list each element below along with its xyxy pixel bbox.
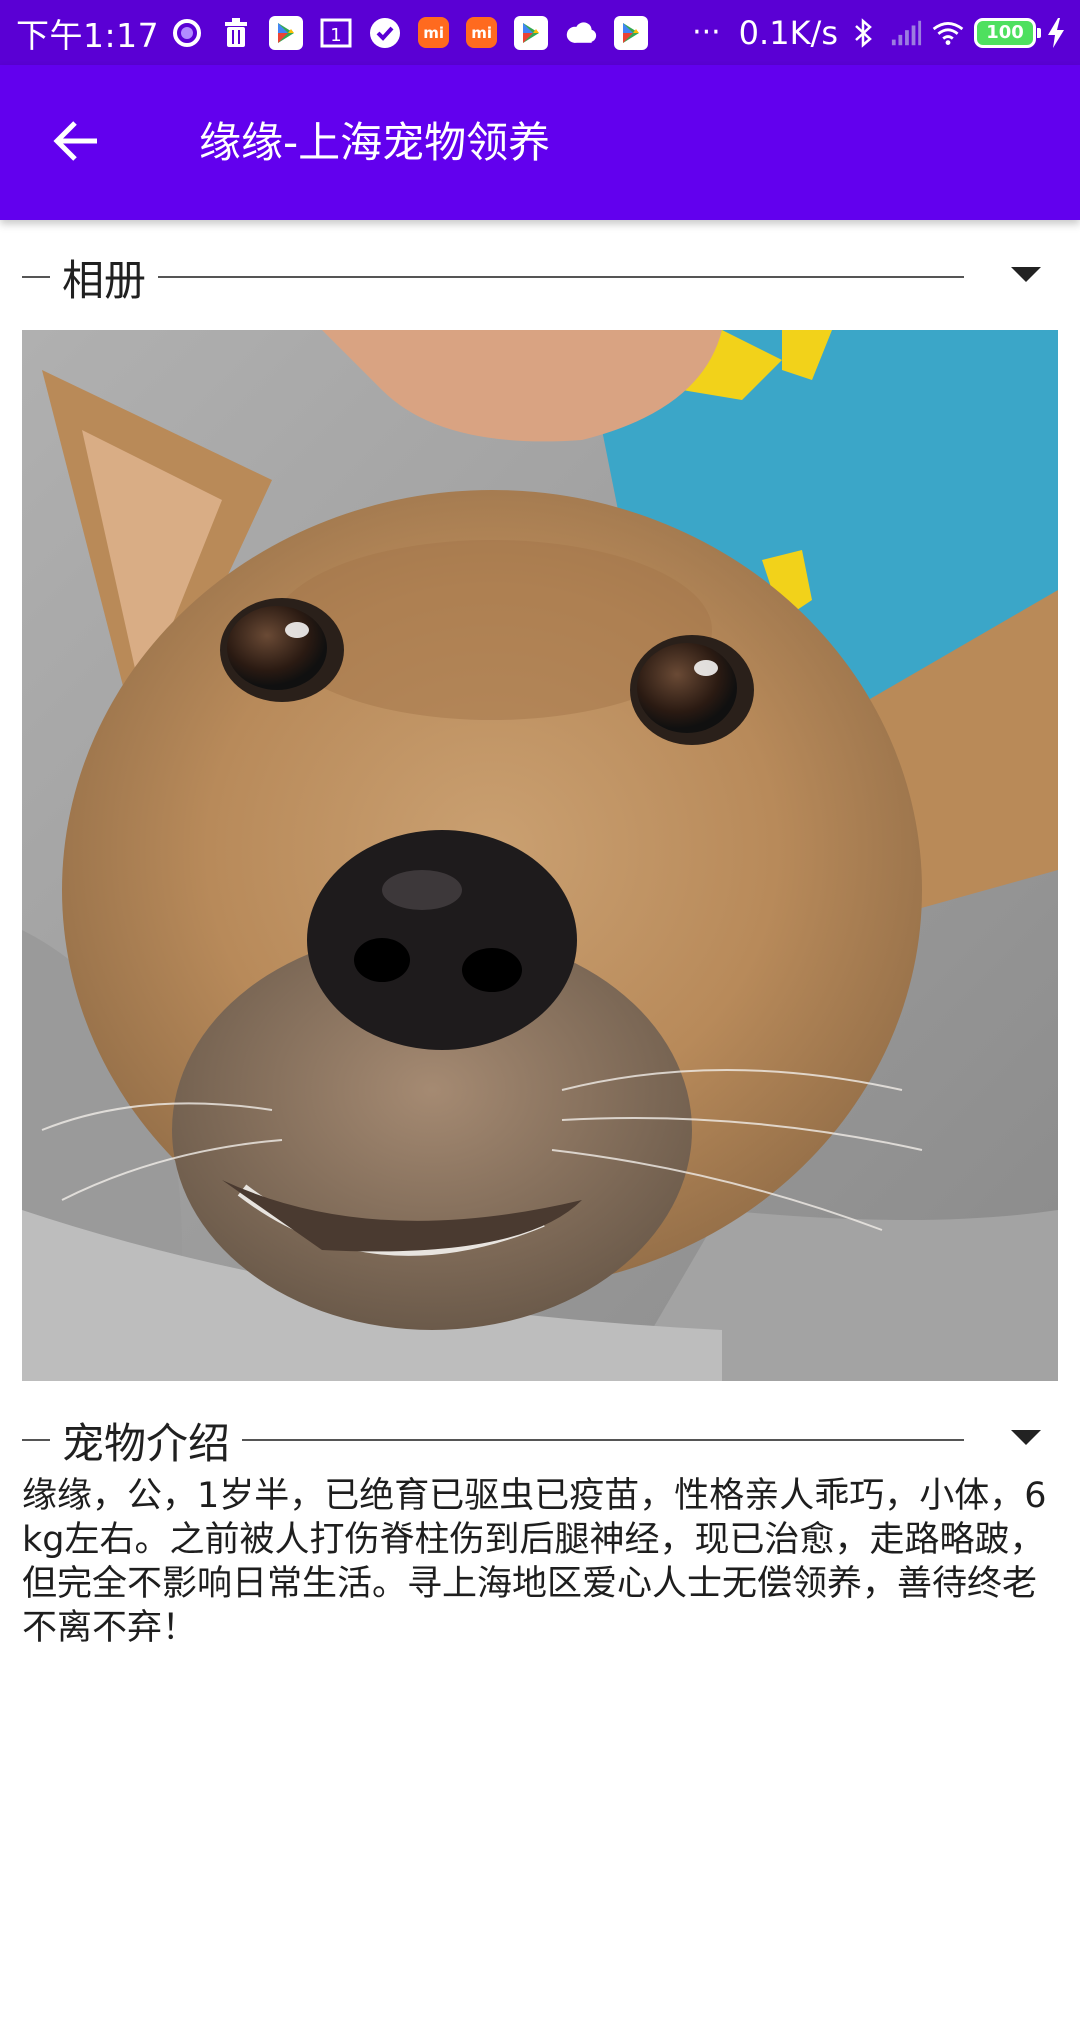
circle-icon xyxy=(171,17,203,49)
pet-intro-section-header: 宠物介绍 xyxy=(22,1410,1058,1470)
mi-icon: mi xyxy=(466,17,498,48)
triangle-down-icon xyxy=(1011,1430,1041,1450)
wifi-icon xyxy=(932,17,964,49)
divider xyxy=(22,276,50,278)
album-expand-button[interactable] xyxy=(1004,255,1048,299)
battery-level: 100 xyxy=(986,22,1024,43)
notification-icons: 1 mi mi xyxy=(171,15,649,50)
play-store-icon xyxy=(269,15,304,50)
one-icon: 1 xyxy=(320,17,352,49)
play-store-icon xyxy=(514,15,549,50)
play-store-icon xyxy=(614,15,649,50)
status-time: 下午1:17 xyxy=(16,15,160,55)
check-icon xyxy=(369,17,401,49)
mi-icon: mi xyxy=(418,17,450,48)
system-icons: ··· 0.1K/s 100 xyxy=(692,14,1066,52)
battery-icon: 100 xyxy=(974,17,1041,48)
pet-description: 缘缘，公，1岁半，已绝育已驱虫已疫苗，性格亲人乖巧，小体，6kg左右。之前被人打… xyxy=(22,1476,1047,1648)
album-section-header: 相册 xyxy=(22,247,1058,307)
status-bar: 下午1:17 1 mi mi ··· 0.1K/s 100 xyxy=(0,0,1080,65)
pet-intro-section-title: 宠物介绍 xyxy=(62,1418,231,1468)
more-icon: ··· xyxy=(692,15,721,50)
album-photo[interactable] xyxy=(22,330,1058,1381)
signal-icon xyxy=(890,17,922,49)
arrow-left-icon xyxy=(53,119,101,167)
cloud-icon xyxy=(565,17,597,49)
network-speed: 0.1K/s xyxy=(738,13,838,52)
app-bar: 缘缘-上海宠物领养 xyxy=(0,65,1080,220)
page-title: 缘缘-上海宠物领养 xyxy=(199,118,551,167)
one-icon-label: 1 xyxy=(330,25,341,46)
divider xyxy=(242,1439,964,1441)
back-button[interactable] xyxy=(34,107,120,179)
triangle-down-icon xyxy=(1011,267,1041,287)
pet-intro-expand-button[interactable] xyxy=(1004,1418,1048,1462)
album-section-title: 相册 xyxy=(62,255,147,305)
charging-icon xyxy=(1046,17,1066,49)
divider xyxy=(22,1439,50,1441)
divider xyxy=(158,276,964,278)
bluetooth-icon xyxy=(848,17,880,49)
trash-icon xyxy=(220,17,252,49)
